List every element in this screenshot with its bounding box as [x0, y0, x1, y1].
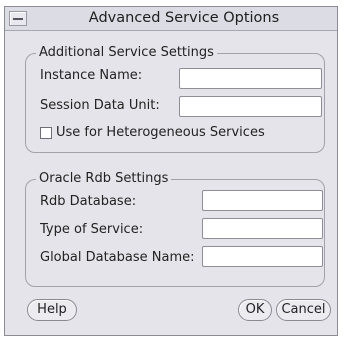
type-of-service-label: Type of Service:	[40, 222, 144, 237]
type-of-service-field[interactable]	[202, 218, 323, 239]
window-title: Advanced Service Options	[88, 10, 280, 26]
heterogeneous-services-label: Use for Heterogeneous Services	[56, 125, 265, 140]
instance-name-field[interactable]	[179, 68, 322, 89]
ok-button[interactable]: OK	[238, 299, 272, 321]
oracle-rdb-settings-legend: Oracle Rdb Settings	[36, 171, 172, 186]
session-data-unit-field[interactable]	[179, 96, 322, 117]
advanced-service-options-dialog: Advanced Service Options Additional Serv…	[4, 6, 338, 336]
window-menu-icon[interactable]	[9, 11, 27, 26]
instance-name-label: Instance Name:	[40, 68, 143, 83]
global-database-name-field[interactable]	[202, 246, 323, 267]
rdb-database-field[interactable]	[202, 190, 323, 211]
cancel-button[interactable]: Cancel	[276, 299, 331, 321]
session-data-unit-label: Session Data Unit:	[40, 98, 160, 113]
help-button[interactable]: Help	[27, 299, 77, 321]
rdb-database-label: Rdb Database:	[40, 194, 137, 209]
title-bar: Advanced Service Options	[5, 7, 337, 31]
heterogeneous-services-checkbox[interactable]	[40, 127, 52, 139]
additional-service-settings-legend: Additional Service Settings	[36, 45, 217, 60]
global-database-name-label: Global Database Name:	[40, 250, 195, 265]
window-menu-bar	[13, 18, 23, 20]
